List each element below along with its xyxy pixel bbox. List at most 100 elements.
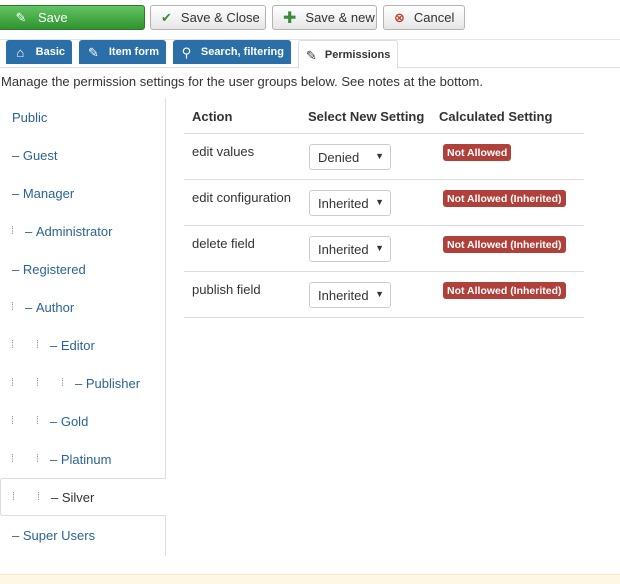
tab-basic-label: Basic [35, 46, 65, 58]
setting-select-value: Denied [318, 149, 360, 165]
calculated-setting-badge: Not Allowed (Inherited) [443, 190, 566, 207]
check-icon: ✔ [161, 9, 172, 25]
tree-indent-icon: ⁞ [60, 377, 65, 389]
tree-indent-icon: ⁞ [10, 415, 15, 427]
caret-down-icon: ▼ [375, 289, 384, 299]
caret-down-icon: ▼ [375, 151, 384, 161]
table-row: edit configuration Inherited ▼ Not Allowed … [184, 180, 584, 226]
table-header: Action Select New Setting Calculated Set… [184, 98, 584, 134]
plug-icon: ✎ [306, 48, 317, 63]
group-item-label: Super Users [22, 527, 96, 543]
home-icon: ⌂ [16, 45, 25, 60]
tree-indent-icon: ⁞ [10, 453, 15, 465]
group-item[interactable]: – Guest [0, 136, 165, 174]
group-item-prefix: – [12, 527, 23, 543]
tab-item-form[interactable]: ✎ Item form [79, 40, 166, 64]
cancel-icon: ⊗ [394, 9, 405, 25]
group-item-label: Guest [22, 147, 58, 163]
setting-select[interactable]: Inherited ▼ [309, 190, 391, 216]
user-group-list: Public – Guest – Manager ⁞ – Administrator – … [0, 98, 166, 556]
group-item-prefix: – [75, 375, 86, 391]
tree-indent-icon: ⁞ [35, 453, 40, 465]
group-item-label: Registered [22, 261, 86, 277]
group-item-prefix: – [12, 147, 23, 163]
group-item-label: Silver [61, 489, 95, 505]
table-row: edit values Denied ▼ Not Allowed [184, 134, 584, 180]
group-item-label: Platinum [60, 451, 112, 467]
action-name: edit values [192, 144, 255, 159]
tree-indent-icon: ⁞ [35, 415, 40, 427]
header-select-setting: Select New Setting [308, 109, 425, 124]
tab-search-label: Search, filtering [200, 46, 284, 58]
setting-select[interactable]: Inherited ▼ [309, 282, 391, 308]
group-item[interactable]: ⁞ ⁞ ⁞ – Publisher [0, 364, 165, 402]
tab-item-form-label: Item form [108, 46, 159, 58]
edit-icon: ✎ [15, 9, 27, 25]
calculated-setting-badge: Not Allowed (Inherited) [443, 236, 566, 253]
save-new-button[interactable]: ✚ Save & new [272, 5, 377, 30]
caret-down-icon: ▼ [375, 197, 384, 207]
tree-indent-icon: ⁞ [10, 339, 15, 351]
group-item[interactable]: ⁞ ⁞ – Gold [0, 402, 165, 440]
save-new-label: Save & new [305, 10, 375, 25]
cancel-button[interactable]: ⊗ Cancel [383, 5, 465, 30]
group-item-label: Manager [22, 185, 75, 201]
tree-indent-icon: ⁞ [10, 225, 15, 237]
header-calculated-setting: Calculated Setting [439, 109, 553, 124]
group-item-prefix: – [12, 261, 23, 277]
tree-indent-icon: ⁞ [11, 491, 16, 503]
tab-bar: ⌂ Basic ✎ Item form ⚲ Search, filtering … [0, 40, 620, 69]
tree-indent-icon: ⁞ [10, 377, 15, 389]
setting-select[interactable]: Denied ▼ [309, 144, 391, 170]
header-action: Action [192, 109, 233, 124]
tab-basic[interactable]: ⌂ Basic [6, 40, 72, 64]
save-button[interactable]: ✎ Save [0, 5, 145, 30]
tree-indent-icon: ⁞ [36, 491, 41, 503]
notes-panel [0, 574, 620, 584]
group-item-prefix: – [25, 299, 36, 315]
group-item[interactable]: – Manager [0, 174, 165, 212]
edit-icon: ✎ [87, 45, 99, 60]
caret-down-icon: ▼ [375, 243, 384, 253]
action-name: publish field [192, 282, 261, 297]
setting-select-value: Inherited [318, 287, 369, 303]
plus-icon: ✚ [283, 9, 297, 27]
tab-search-filtering[interactable]: ⚲ Search, filtering [173, 40, 291, 64]
table-row: delete field Inherited ▼ Not Allowed (Inher… [184, 226, 584, 272]
table-row: publish field Inherited ▼ Not Allowed (Inhe… [184, 272, 584, 318]
calculated-setting-badge: Not Allowed (Inherited) [443, 282, 566, 299]
group-item-prefix: – [50, 451, 61, 467]
group-item[interactable]: ⁞ ⁞ – Silver [0, 478, 166, 516]
action-name: edit configuration [192, 190, 292, 205]
save-close-button[interactable]: ✔ Save & Close [150, 5, 266, 30]
group-item-prefix: – [12, 185, 23, 201]
tree-indent-icon: ⁞ [35, 339, 40, 351]
save-close-label: Save & Close [180, 10, 260, 25]
setting-select-value: Inherited [318, 241, 369, 257]
group-item-label: Publisher [85, 375, 141, 391]
group-item[interactable]: ⁞ ⁞ – Platinum [0, 440, 165, 478]
group-item[interactable]: ⁞ ⁞ – Editor [0, 326, 165, 364]
tab-permissions[interactable]: ✎ Permissions [298, 40, 398, 69]
group-item[interactable]: Public [0, 98, 165, 136]
group-item-prefix: – [51, 489, 62, 505]
group-item-label: Editor [60, 337, 95, 353]
group-item[interactable]: – Super Users [0, 516, 165, 554]
group-item-prefix: – [50, 337, 61, 353]
search-icon: ⚲ [181, 45, 192, 60]
group-item[interactable]: – Registered [0, 250, 165, 288]
toolbar: ✎ Save ✔ Save & Close ✚ Save & new ⊗ Can… [0, 0, 620, 40]
action-name: delete field [192, 236, 255, 251]
calculated-setting-badge: Not Allowed [443, 144, 512, 161]
tab-permissions-label: Permissions [324, 49, 391, 61]
tree-indent-icon: ⁞ [10, 301, 15, 313]
setting-select-value: Inherited [318, 195, 369, 211]
group-item[interactable]: ⁞ – Author [0, 288, 165, 326]
save-button-label: Save [38, 10, 68, 25]
group-item-label: Administrator [35, 223, 113, 239]
setting-select[interactable]: Inherited ▼ [309, 236, 391, 262]
group-item-label: Public [12, 109, 48, 125]
group-item[interactable]: ⁞ – Administrator [0, 212, 165, 250]
group-item-prefix: – [50, 413, 61, 429]
tree-indent-icon: ⁞ [35, 377, 40, 389]
